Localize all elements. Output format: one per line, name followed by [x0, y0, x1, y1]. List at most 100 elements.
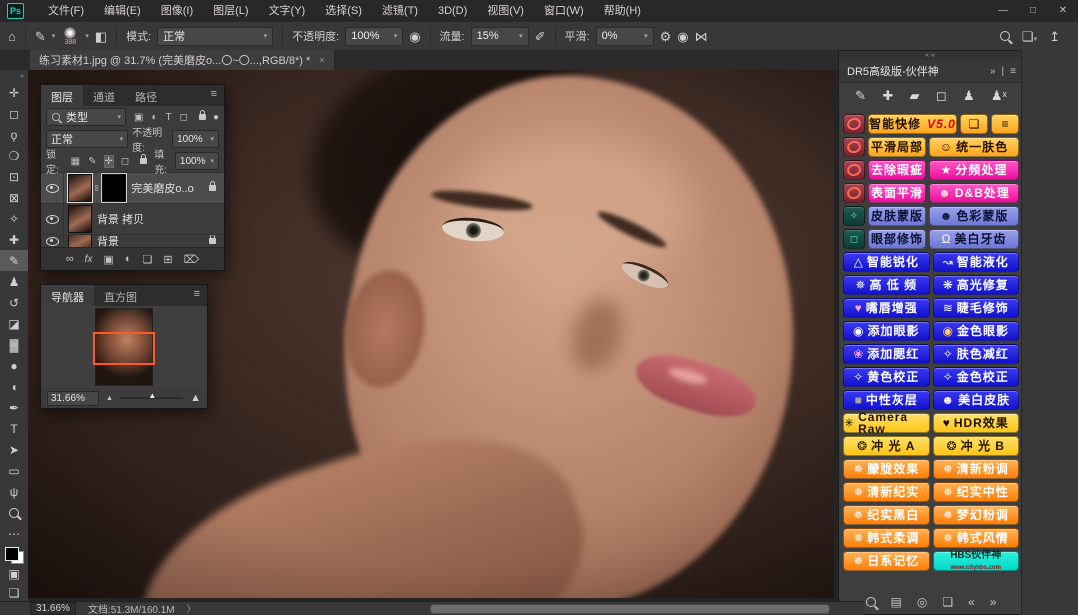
- dr-tool-brush-icon[interactable]: ✎: [855, 88, 866, 104]
- visibility-eye-icon[interactable]: [46, 215, 59, 224]
- link-icon[interactable]: ∞: [66, 253, 74, 265]
- visibility-eye-icon[interactable]: [46, 237, 59, 246]
- layer-name[interactable]: 背景: [97, 234, 206, 247]
- layer-filter-select[interactable]: 类型 ▾: [46, 108, 126, 126]
- dr-button[interactable]: ☻美白皮肤: [933, 390, 1020, 410]
- workspace-switcher-icon[interactable]: ❏▾: [1022, 30, 1037, 43]
- dr-button[interactable]: 皮肤蒙版: [868, 206, 926, 226]
- pen-tool-icon[interactable]: ✒: [0, 397, 28, 418]
- more-tools-tool-icon[interactable]: ⋯: [0, 523, 28, 544]
- toolbar-collapse-icon[interactable]: »: [20, 72, 28, 82]
- rectangle-shape-tool-icon[interactable]: ▭: [0, 460, 28, 481]
- brush-preset-picker[interactable]: 388: [61, 27, 79, 46]
- panel-expand-icon[interactable]: »: [990, 66, 996, 77]
- dr-button[interactable]: ≡: [991, 114, 1019, 134]
- rectangular-marquee-tool-icon[interactable]: ◻: [0, 103, 28, 124]
- layer-thumbnail[interactable]: [68, 205, 92, 233]
- dr-button[interactable]: ✵韩式柔调: [843, 528, 930, 548]
- dr-button[interactable]: ★分频处理: [929, 160, 1019, 180]
- brush-tool-icon[interactable]: ✎: [0, 250, 28, 271]
- dr-library-icon[interactable]: ▤: [891, 595, 902, 609]
- navigator-view-rectangle[interactable]: [93, 332, 155, 365]
- layer-mask-thumbnail[interactable]: [102, 174, 126, 202]
- dr-button[interactable]: ✵纪实中性: [933, 482, 1020, 502]
- layer-name[interactable]: 背景 拷贝: [97, 211, 219, 227]
- pressure-opacity-icon[interactable]: ◉: [409, 30, 420, 43]
- dr-button[interactable]: ✳Camera Raw: [843, 413, 930, 433]
- dr-selection-circle-icon[interactable]: [843, 183, 865, 203]
- menu-item-5[interactable]: 选择(S): [315, 1, 372, 22]
- layers-menu-icon[interactable]: ≡: [204, 85, 224, 106]
- filter-pixel-layers-icon[interactable]: ▣: [134, 112, 143, 123]
- layer-thumbnail[interactable]: [68, 234, 92, 247]
- dr-tool-healing-brush-icon[interactable]: ✚: [882, 88, 893, 104]
- pressure-size-icon[interactable]: ◉: [677, 30, 688, 43]
- maximize-icon[interactable]: □: [1018, 1, 1048, 21]
- dr-button[interactable]: ✵清新粉调: [933, 459, 1020, 479]
- navigator-zoom-slider[interactable]: ▲: [120, 397, 183, 399]
- zoom-in-mountain-icon[interactable]: ▲: [190, 392, 201, 404]
- dr-button[interactable]: ✵日系记忆: [843, 551, 930, 571]
- dr-button[interactable]: ◉添加眼影: [843, 321, 930, 341]
- crop-tool-icon[interactable]: ⊡: [0, 166, 28, 187]
- dr-button[interactable]: △智能锐化: [843, 252, 930, 272]
- group-icon[interactable]: ❏: [143, 253, 153, 266]
- paint-symmetry-icon[interactable]: ⋈: [695, 30, 708, 43]
- layer-visibility-cell[interactable]: [41, 235, 64, 247]
- panel-menu-icon[interactable]: ≡: [1010, 66, 1016, 77]
- spot-healing-brush-tool-icon[interactable]: ✚: [0, 229, 28, 250]
- dr-pages-icon[interactable]: ❏: [942, 595, 953, 609]
- menu-item-1[interactable]: 编辑(E): [94, 1, 151, 22]
- dr-button[interactable]: ☻色彩蒙版: [929, 206, 1019, 226]
- clone-stamp-tool-icon[interactable]: ♟: [0, 271, 28, 292]
- menu-item-2[interactable]: 图像(I): [151, 1, 203, 22]
- dr-button[interactable]: Ω美白牙齿: [929, 229, 1019, 249]
- dr-button[interactable]: ❋高光修复: [933, 275, 1020, 295]
- foreground-color-swatch[interactable]: [5, 547, 19, 561]
- dr-tool-marquee-icon[interactable]: ◻: [936, 88, 947, 104]
- visibility-eye-icon[interactable]: [46, 184, 59, 193]
- dr5-panel-title[interactable]: DR5高级版-伙伴神: [839, 63, 947, 79]
- layer-mask-link-icon[interactable]: ∞: [92, 185, 102, 191]
- layer-visibility-cell[interactable]: [41, 204, 64, 234]
- dr-selection-circle-icon[interactable]: [843, 160, 865, 180]
- dr-button[interactable]: ✧黄色校正: [843, 367, 930, 387]
- menu-item-7[interactable]: 3D(D): [428, 1, 477, 22]
- dr-tool-stamp-icon[interactable]: ♟: [963, 88, 975, 104]
- layers-tab-图层[interactable]: 图层: [41, 85, 83, 106]
- eraser-tool-icon[interactable]: ◪: [0, 313, 28, 334]
- dr-selection-circle-icon[interactable]: [843, 137, 865, 157]
- quick-mask-icon[interactable]: ▣: [0, 564, 28, 583]
- dr-button[interactable]: ✵韩式风情: [933, 528, 1020, 548]
- filter-adjustment-layers-icon[interactable]: ◐: [151, 112, 157, 123]
- dr-button[interactable]: ♥HDR效果: [933, 413, 1020, 433]
- dr-tool-patch-icon[interactable]: ▰: [910, 88, 920, 104]
- dr-prev-icon[interactable]: «: [968, 595, 975, 609]
- dr-selection-circle-icon[interactable]: [843, 114, 865, 134]
- navigator-tab-直方图[interactable]: 直方图: [94, 285, 147, 306]
- layer-name[interactable]: 完美磨皮o..o: [131, 180, 206, 196]
- blur-tool-icon[interactable]: ●: [0, 355, 28, 376]
- brush-tool-caret-icon[interactable]: ▾: [52, 32, 56, 40]
- object-selection-tool-icon[interactable]: ❍: [0, 145, 28, 166]
- smoothing-gear-icon[interactable]: ⚙: [660, 30, 672, 43]
- layers-tab-通道[interactable]: 通道: [83, 85, 125, 106]
- dr-button[interactable]: ❏: [960, 114, 988, 134]
- document-close-icon[interactable]: ×: [319, 55, 324, 65]
- dr-button[interactable]: ↝智能液化: [933, 252, 1020, 272]
- dr-button[interactable]: ✵高 低 频: [843, 275, 930, 295]
- filter-toggle-icon[interactable]: ●: [213, 112, 219, 123]
- dr-tool-clone-stamp-x-icon[interactable]: ♟ˣ: [991, 88, 1007, 104]
- menu-item-3[interactable]: 图层(L): [203, 1, 258, 22]
- search-icon[interactable]: [1000, 31, 1010, 41]
- dr-button[interactable]: 平滑局部: [868, 137, 926, 157]
- brush-preset-caret-icon[interactable]: ▾: [85, 32, 89, 40]
- share-icon[interactable]: ↥: [1049, 30, 1060, 43]
- dr-button[interactable]: ✧金色校正: [933, 367, 1020, 387]
- delete-icon[interactable]: ⌦: [184, 253, 200, 266]
- fx-icon[interactable]: fx: [85, 254, 93, 265]
- dr-preview-icon[interactable]: ◎: [917, 595, 927, 609]
- dr-button[interactable]: ♥嘴唇增强: [843, 298, 930, 318]
- filter-shape-layers-icon[interactable]: ◻: [180, 112, 188, 123]
- color-swatches[interactable]: [5, 547, 24, 564]
